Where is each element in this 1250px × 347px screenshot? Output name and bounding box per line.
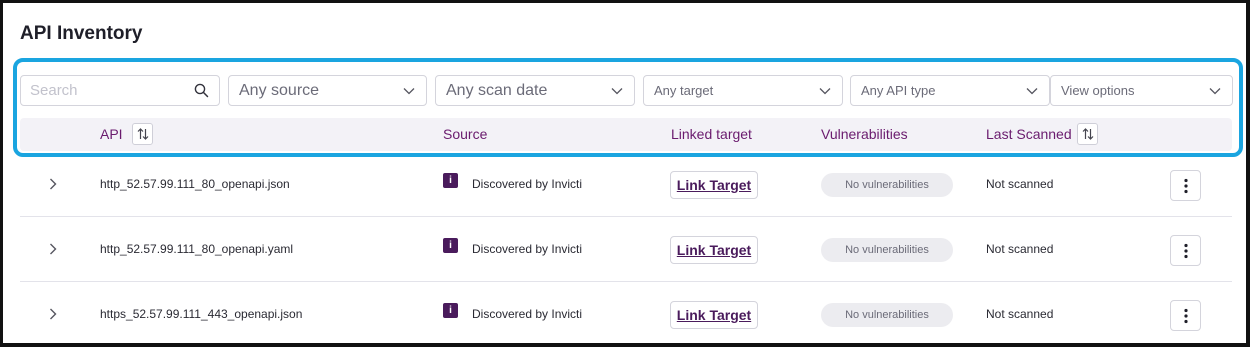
vulnerabilities-badge: No vulnerabilities [821,238,953,262]
vulnerabilities-badge: No vulnerabilities [821,303,953,327]
last-scanned-text: Not scanned [986,242,1054,256]
table-row[interactable]: https_52.57.99.111_443_openapi.json i Di… [20,282,1232,347]
more-vertical-icon[interactable] [1170,300,1201,331]
chevron-right-icon[interactable] [48,307,58,326]
more-vertical-icon[interactable] [1170,235,1201,266]
invicti-icon: i [443,303,458,318]
source-text: Discovered by Invicti [472,307,583,321]
chevron-right-icon[interactable] [48,242,58,261]
more-vertical-icon[interactable] [1170,170,1201,201]
api-name: http_52.57.99.111_80_openapi.yaml [100,242,294,256]
api-name: http_52.57.99.111_80_openapi.json [100,177,290,191]
app-window: API Inventory Search Any source Any scan… [0,0,1250,347]
table-row[interactable]: http_52.57.99.111_80_openapi.json i Disc… [20,152,1232,217]
invicti-icon: i [443,173,458,188]
last-scanned-text: Not scanned [986,177,1054,191]
api-name: https_52.57.99.111_443_openapi.json [100,307,303,321]
link-target-button[interactable]: Link Target [670,301,758,329]
highlight-box [13,58,1243,157]
last-scanned-text: Not scanned [986,307,1054,321]
vulnerabilities-badge: No vulnerabilities [821,173,953,197]
invicti-icon: i [443,238,458,253]
chevron-right-icon[interactable] [48,177,58,196]
page-title: API Inventory [20,23,143,44]
source-text: Discovered by Invicti [472,242,583,256]
link-target-button[interactable]: Link Target [670,236,758,264]
source-text: Discovered by Invicti [472,177,583,191]
link-target-button[interactable]: Link Target [670,171,758,199]
table-row[interactable]: http_52.57.99.111_80_openapi.yaml i Disc… [20,217,1232,282]
